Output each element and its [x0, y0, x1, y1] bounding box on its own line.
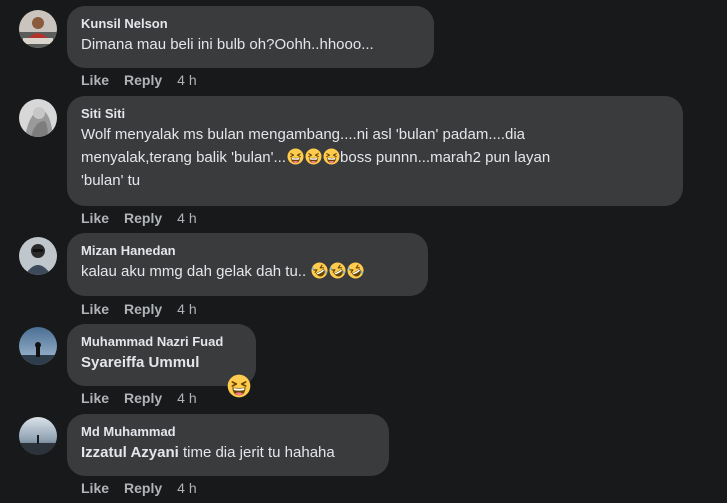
like-button[interactable]: Like [81, 390, 109, 406]
avatar[interactable] [19, 10, 57, 48]
like-button[interactable]: Like [81, 480, 109, 496]
comment-text-line: boss punnn...marah2 pun layan [340, 149, 551, 166]
avatar[interactable] [19, 237, 57, 275]
comment-text-line: Wolf menyalak ms bulan mengambang....ni … [81, 126, 526, 143]
timestamp[interactable]: 4 h [177, 301, 196, 317]
comment-author[interactable]: Md Muhammad [81, 423, 375, 441]
comment-author[interactable]: Siti Siti [81, 105, 669, 123]
tagged-user-link[interactable]: Syareiffa Ummul [81, 351, 242, 374]
comment-text: Wolf menyalak ms bulan mengambang....ni … [81, 123, 669, 192]
comment-bubble: Mizan Hanedan kalau aku mmg dah gelak da… [67, 233, 428, 296]
avatar[interactable] [19, 417, 57, 455]
rolling-on-floor-laughing-icon [329, 262, 346, 279]
timestamp[interactable]: 4 h [177, 210, 196, 226]
comment-actions: Like Reply 4 h [81, 72, 197, 88]
reply-button[interactable]: Reply [124, 480, 162, 496]
avatar[interactable] [19, 99, 57, 137]
comment-author[interactable]: Kunsil Nelson [81, 15, 420, 33]
like-button[interactable]: Like [81, 301, 109, 317]
comment-text-content: time dia jerit tu hahaha [178, 444, 335, 461]
grinning-squinting-face-icon [227, 374, 251, 398]
comment-text: Izzatul Azyani time dia jerit tu hahaha [81, 441, 375, 464]
timestamp[interactable]: 4 h [177, 480, 196, 496]
comment-actions: Like Reply 4 h [81, 480, 197, 496]
grinning-squinting-face-icon [305, 148, 322, 165]
reply-button[interactable]: Reply [124, 210, 162, 226]
comment-bubble: Siti Siti Wolf menyalak ms bulan mengamb… [67, 96, 683, 206]
like-button[interactable]: Like [81, 210, 109, 226]
comment-text: kalau aku mmg dah gelak dah tu.. [81, 260, 414, 283]
comment-feed: Kunsil Nelson Dimana mau beli ini bulb o… [0, 0, 727, 503]
reply-button[interactable]: Reply [124, 301, 162, 317]
grinning-squinting-face-icon [323, 148, 340, 165]
reply-button[interactable]: Reply [124, 390, 162, 406]
comment-text-line: menyalak,terang balik 'bulan'... [81, 149, 287, 166]
rolling-on-floor-laughing-icon [311, 262, 328, 279]
comment-actions: Like Reply 4 h [81, 390, 197, 406]
comment-bubble: Md Muhammad Izzatul Azyani time dia jeri… [67, 414, 389, 476]
comment-actions: Like Reply 4 h [81, 301, 197, 317]
timestamp[interactable]: 4 h [177, 72, 196, 88]
like-button[interactable]: Like [81, 72, 109, 88]
tagged-user-link[interactable]: Izzatul Azyani [81, 444, 179, 461]
rolling-on-floor-laughing-icon [347, 262, 364, 279]
timestamp[interactable]: 4 h [177, 390, 196, 406]
avatar[interactable] [19, 327, 57, 365]
reply-button[interactable]: Reply [124, 72, 162, 88]
comment-bubble: Kunsil Nelson Dimana mau beli ini bulb o… [67, 6, 434, 68]
grinning-squinting-face-icon [287, 148, 304, 165]
comment-author[interactable]: Mizan Hanedan [81, 242, 414, 260]
comment-text-line: 'bulan' tu [81, 172, 141, 189]
comment-author[interactable]: Muhammad Nazri Fuad [81, 333, 242, 351]
comment-actions: Like Reply 4 h [81, 210, 197, 226]
comment-text-content: kalau aku mmg dah gelak dah tu.. [81, 263, 307, 280]
comment-text: Dimana mau beli ini bulb oh?Oohh..hhooo.… [81, 36, 374, 53]
